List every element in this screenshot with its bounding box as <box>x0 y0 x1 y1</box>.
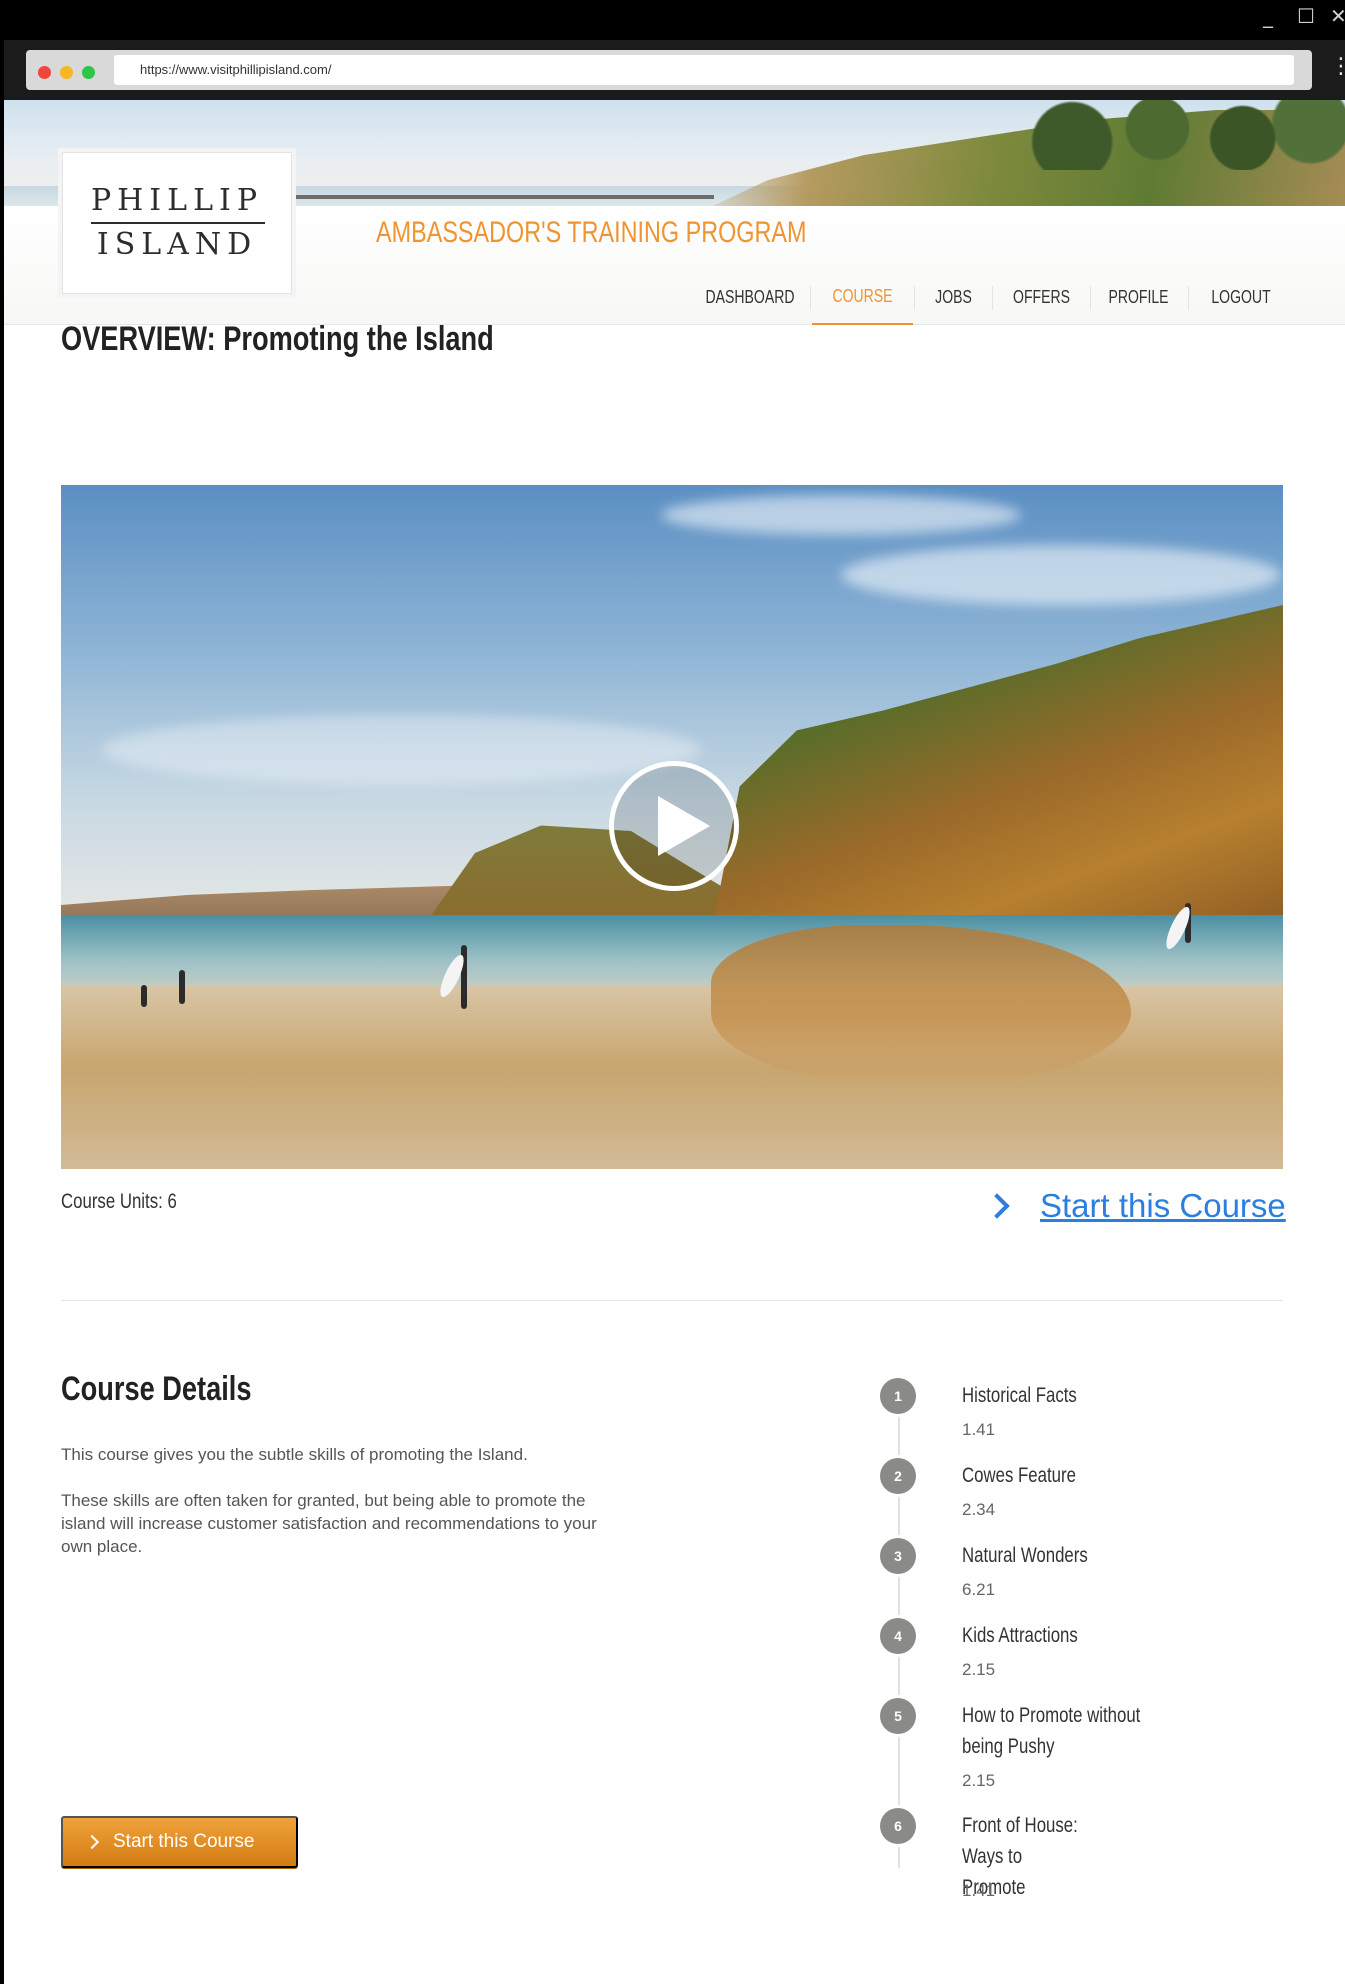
play-icon <box>658 796 710 856</box>
page-title: OVERVIEW: Promoting the Island <box>61 320 494 358</box>
page-viewport: PHILLIP ISLAND AMBASSADOR'S TRAINING PRO… <box>4 100 1345 1984</box>
address-bar[interactable]: https://www.visitphillipisland.com/ <box>114 55 1294 85</box>
unit-name: Kids Attractions <box>962 1624 1078 1647</box>
unit-duration: 1.41 <box>962 1420 996 1439</box>
course-details-text-1: This course gives you the subtle skills … <box>61 1445 528 1464</box>
start-course-link-label: Start this Course <box>1040 1187 1286 1224</box>
unit-duration: 2.15 <box>962 1771 996 1790</box>
window-zoom-dot-icon[interactable] <box>82 66 95 79</box>
unit-number-badge: 1 <box>880 1378 916 1414</box>
play-button[interactable] <box>609 761 739 891</box>
chevron-right-icon <box>984 1193 1010 1219</box>
unit-name: Historical Facts <box>962 1384 1077 1407</box>
nav-dashboard[interactable]: DASHBOARD <box>699 270 801 325</box>
start-course-button[interactable]: Start this Course <box>61 1816 298 1868</box>
program-title: AMBASSADOR'S TRAINING PROGRAM <box>376 216 807 249</box>
site-header: PHILLIP ISLAND AMBASSADOR'S TRAINING PRO… <box>4 100 1345 325</box>
window-minimize-dot-icon[interactable] <box>60 66 73 79</box>
pier-graphic <box>294 195 714 199</box>
logo-line-1: PHILLIP <box>90 183 264 218</box>
chevron-right-icon <box>84 1834 100 1850</box>
nav-profile[interactable]: PROFILE <box>1094 270 1184 325</box>
os-title-bar: _ ☐ ✕ <box>0 0 1345 40</box>
logo-line-2: ISLAND <box>96 227 258 262</box>
course-units: Course Units: 6 <box>61 1190 177 1214</box>
main-nav: DASHBOARD COURSE JOBS OFFERS PROFILE LOG… <box>4 270 1345 325</box>
nav-offers[interactable]: OFFERS <box>996 270 1088 325</box>
browser-menu-icon[interactable]: ⋮ <box>1330 54 1345 79</box>
window-close-dot-icon[interactable] <box>38 66 51 79</box>
maximize-icon[interactable]: ☐ <box>1297 4 1315 28</box>
unit-duration: 6.21 <box>962 1580 996 1599</box>
nav-logout[interactable]: LOGOUT <box>1194 270 1288 325</box>
logo-rule <box>91 222 265 224</box>
course-units-list: 1 Historical Facts 1.41 2 Cowes Feature … <box>878 1378 1298 1938</box>
course-video[interactable] <box>61 485 1283 1169</box>
unit-name: Cowes Feature <box>962 1464 1076 1487</box>
course-details-text-2: These skills are often taken for granted… <box>61 1491 597 1556</box>
course-details-title: Course Details <box>61 1370 252 1408</box>
nav-jobs[interactable]: JOBS <box>916 270 992 325</box>
unit-number-badge: 3 <box>880 1538 916 1574</box>
unit-duration: 1.41 <box>962 1881 996 1900</box>
browser-toolbar: https://www.visitphillipisland.com/ ⋮ <box>4 40 1345 100</box>
unit-number-badge: 4 <box>880 1618 916 1654</box>
address-bar-url: https://www.visitphillipisland.com/ <box>140 62 332 77</box>
course-units-value: 6 <box>167 1190 177 1213</box>
unit-number-badge: 6 <box>880 1808 916 1844</box>
unit-duration: 2.15 <box>962 1660 996 1679</box>
unit-name: How to Promote without being Pushy <box>962 1704 1141 1758</box>
unit-number-badge: 5 <box>880 1698 916 1734</box>
section-divider <box>61 1300 1283 1301</box>
nav-course[interactable]: COURSE <box>812 270 913 325</box>
browser-frame: https://www.visitphillipisland.com/ <box>26 50 1312 90</box>
unit-number-badge: 2 <box>880 1458 916 1494</box>
unit-duration: 2.34 <box>962 1500 996 1519</box>
course-units-label: Course Units: <box>61 1190 163 1213</box>
start-course-button-label: Start this Course <box>113 1831 255 1852</box>
unit-name: Natural Wonders <box>962 1544 1088 1567</box>
minimize-icon[interactable]: _ <box>1263 4 1273 28</box>
close-icon[interactable]: ✕ <box>1330 4 1345 28</box>
start-course-link[interactable]: Start this Course <box>984 1186 1286 1226</box>
